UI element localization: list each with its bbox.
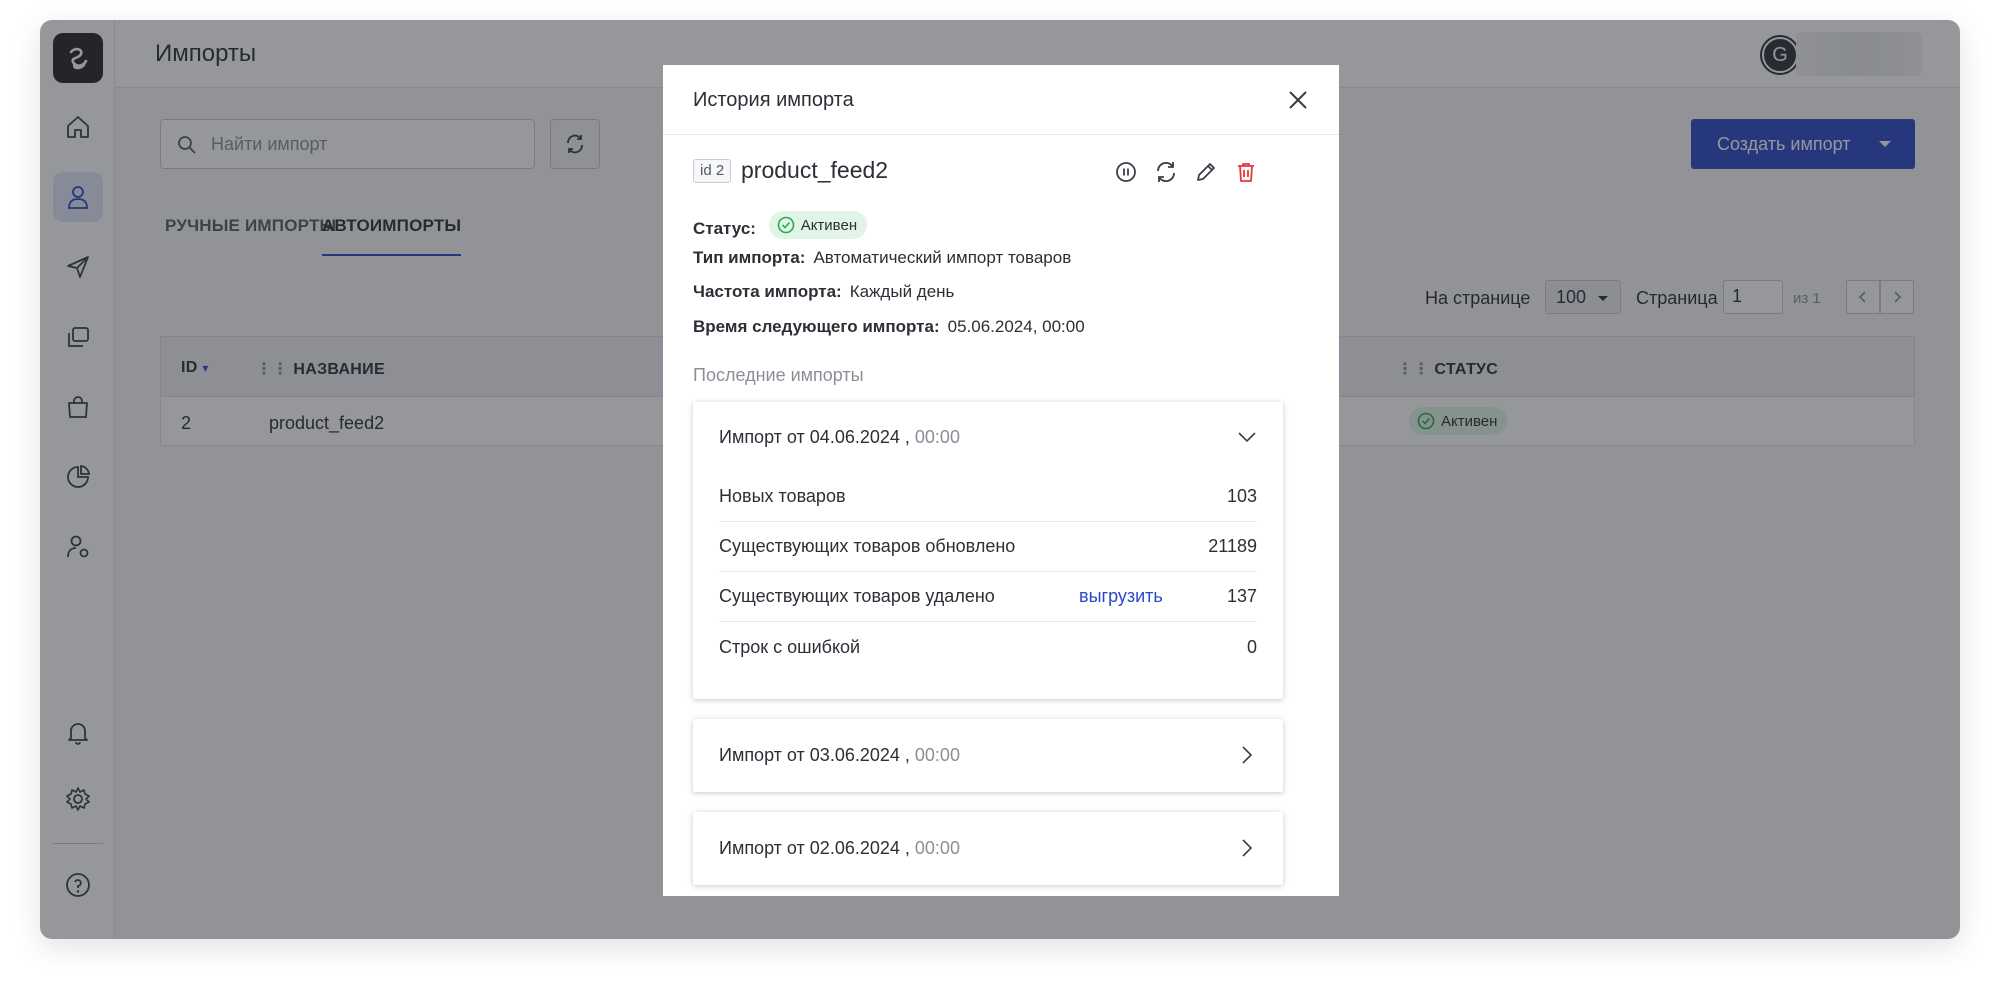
refresh-icon[interactable] xyxy=(1154,160,1178,184)
feed-name: product_feed2 xyxy=(741,157,889,183)
chevron-right-icon[interactable] xyxy=(1237,838,1257,858)
stat-value: 0 xyxy=(1246,637,1257,657)
check-circle-icon xyxy=(777,216,794,234)
recent-imports-label: Последние импорты xyxy=(693,365,864,385)
stat-value: 103 xyxy=(1226,486,1257,506)
next-import-value: 05.06.2024, 00:00 xyxy=(947,317,1085,336)
chevron-down-icon[interactable] xyxy=(1237,427,1257,447)
next-import-row: Время следующего импорта: 05.06.2024, 00:… xyxy=(693,317,1085,337)
modal-header: История импорта xyxy=(663,65,1339,135)
id-chip: id 2 xyxy=(693,159,732,183)
status-row: Статус: Активен xyxy=(693,211,868,239)
status-label: Статус: xyxy=(693,219,756,238)
trash-icon[interactable] xyxy=(1234,160,1258,184)
import-card-expanded: Импорт от 04.06.2024 , 00:00 Новых товар… xyxy=(693,402,1283,699)
import-card-header: Импорт от 03.06.2024 , 00:00 xyxy=(719,745,960,765)
stat-row-updated: Существующих товаров обновлено 21189 xyxy=(719,522,1257,572)
stat-label: Существующих товаров удалено xyxy=(719,586,995,606)
status-badge: Активен xyxy=(768,211,868,239)
stat-label: Строк с ошибкой xyxy=(719,637,861,657)
stat-label: Новых товаров xyxy=(719,486,846,506)
stat-value: 21189 xyxy=(1208,536,1257,556)
import-type-label: Тип импорта: xyxy=(693,248,806,267)
import-card-header[interactable]: Импорт от 04.06.2024 , 00:00 xyxy=(719,427,960,448)
frequency-row: Частота импорта: Каждый день xyxy=(693,282,954,302)
import-type-row: Тип импорта: Автоматический импорт товаро… xyxy=(693,248,1071,268)
modal-title: История импорта xyxy=(693,89,854,111)
chevron-right-icon[interactable] xyxy=(1237,745,1257,765)
download-link[interactable]: выгрузить xyxy=(1079,586,1163,607)
app-window: Импорты G Создать импорт РУЧНЫЕ ИМПОРТЫ … xyxy=(40,20,1960,939)
frequency-label: Частота импорта: xyxy=(693,282,842,301)
import-card-header: Импорт от 02.06.2024 , 00:00 xyxy=(719,838,960,858)
pause-icon[interactable] xyxy=(1114,160,1138,184)
import-card-collapsed[interactable]: Импорт от 02.06.2024 , 00:00 xyxy=(693,812,1283,885)
import-type-value: Автоматический импорт товаров xyxy=(813,248,1072,267)
frequency-value: Каждый день xyxy=(849,282,955,301)
next-import-label: Время следующего импорта: xyxy=(693,317,940,336)
stat-row-deleted: Существующих товаров удалено выгрузить 1… xyxy=(719,572,1257,622)
stat-row-errors: Строк с ошибкой 0 xyxy=(719,623,1257,673)
edit-icon[interactable] xyxy=(1194,160,1218,184)
close-icon[interactable] xyxy=(1287,89,1309,111)
stat-label: Существующих товаров обновлено xyxy=(719,536,1016,556)
stat-row-new: Новых товаров 103 xyxy=(719,472,1257,522)
import-card-collapsed[interactable]: Импорт от 03.06.2024 , 00:00 xyxy=(693,719,1283,792)
stat-value: 137 xyxy=(1226,586,1257,606)
import-history-modal: История импорта id 2 product_feed2 Стату… xyxy=(663,65,1339,896)
